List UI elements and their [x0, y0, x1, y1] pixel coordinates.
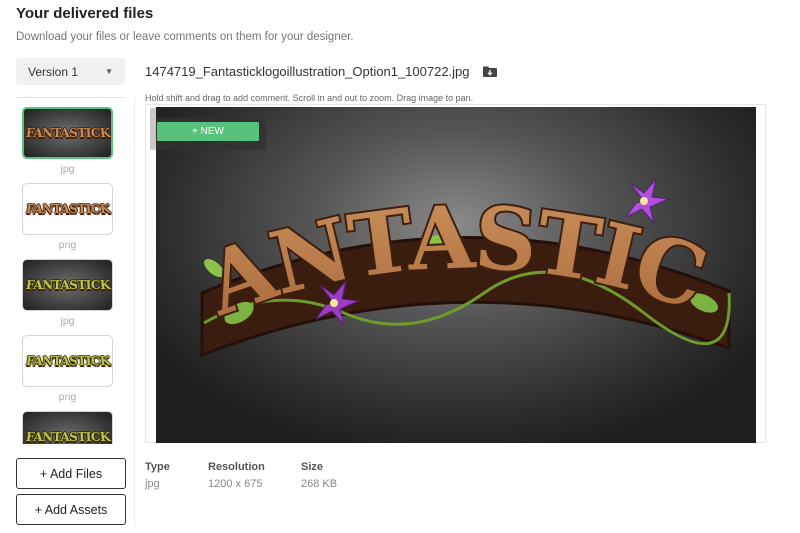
thumbnail-type-label: png: [58, 391, 77, 403]
thumbnail-item[interactable]: FANTASTICK jpg: [22, 259, 113, 329]
thumbnail-logo-text: FANTASTICK: [24, 430, 111, 444]
thumbnail-logo-text: FANTASTICK: [24, 202, 111, 217]
meta-resolution-label: Resolution: [208, 461, 265, 473]
thumbnail-image[interactable]: FANTASTICK: [22, 183, 113, 235]
thumbnail-item[interactable]: FANTASTICK png: [22, 335, 113, 405]
thumbnail-type-label: png: [58, 239, 77, 251]
thumbnail-image[interactable]: FANTASTICK: [22, 107, 113, 159]
viewer-hint: Hold shift and drag to add comment. Scro…: [145, 93, 474, 103]
thumbnail-logo-text: FANTASTICK: [24, 126, 111, 141]
page-title: Your delivered files: [16, 5, 154, 22]
thumbnail-image[interactable]: FANTASTICK: [22, 259, 113, 311]
thumbnail-item[interactable]: FANTASTICK: [22, 411, 113, 444]
folder-download-icon[interactable]: [483, 66, 497, 77]
version-dropdown-label: Version 1: [28, 64, 79, 79]
thumbnail-item[interactable]: FANTASTICK png: [22, 183, 113, 253]
page-subtitle: Download your files or leave comments on…: [16, 31, 354, 43]
meta-resolution: Resolution 1200 x 675: [208, 461, 265, 490]
file-name: 1474719_Fantasticklogoillustration_Optio…: [145, 64, 470, 79]
meta-type-value: jpg: [145, 478, 160, 490]
version-dropdown[interactable]: Version 1 ▼: [16, 58, 125, 85]
chevron-down-icon: ▼: [105, 67, 113, 76]
sidebar-vertical-divider: [134, 97, 135, 527]
thumbnail-type-label: jpg: [60, 163, 75, 175]
thumbnail-type-label: jpg: [60, 315, 75, 327]
meta-type: Type jpg: [145, 461, 170, 490]
thumbnail-logo-text: FANTASTICK: [24, 278, 111, 293]
image-canvas[interactable]: FANTASTICK: [156, 107, 756, 443]
new-comment-button[interactable]: + NEW: [157, 122, 259, 141]
meta-resolution-value: 1200 x 675: [208, 478, 263, 490]
add-assets-button[interactable]: + Add Assets: [16, 494, 126, 525]
add-files-button[interactable]: + Add Files: [16, 458, 126, 489]
meta-size-label: Size: [301, 461, 324, 473]
fantastick-logo-image: FANTASTICK: [184, 173, 731, 358]
image-viewer[interactable]: FANTASTICK + NEW: [145, 104, 766, 443]
sidebar-divider: [16, 97, 125, 98]
thumbnail-list[interactable]: FANTASTICK jpg FANTASTICK png FANTASTICK…: [16, 104, 128, 444]
thumbnail-item[interactable]: FANTASTICK jpg: [22, 107, 113, 177]
meta-size-value: 268 KB: [301, 478, 338, 490]
meta-size: Size 268 KB: [301, 461, 337, 490]
meta-type-label: Type: [145, 461, 170, 473]
thumbnail-image[interactable]: FANTASTICK: [22, 411, 113, 444]
thumbnail-image[interactable]: FANTASTICK: [22, 335, 113, 387]
thumbnail-logo-text: FANTASTICK: [24, 354, 111, 369]
